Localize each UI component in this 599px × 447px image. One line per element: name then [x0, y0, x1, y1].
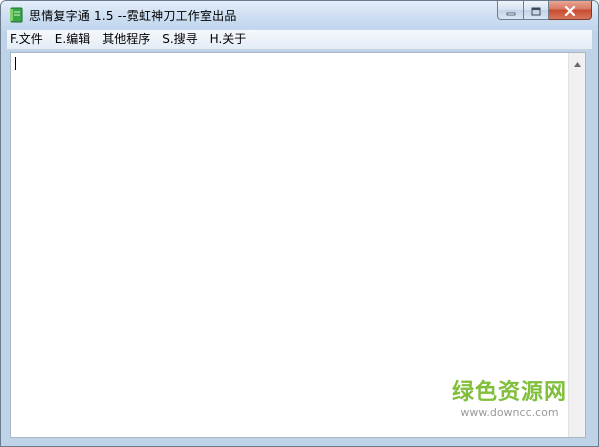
menu-other-programs[interactable]: 其他程序	[96, 30, 156, 49]
menu-file[interactable]: F.文件	[7, 30, 49, 49]
minimize-button[interactable]	[497, 1, 523, 20]
notebook-app-icon[interactable]	[9, 7, 23, 23]
text-caret	[15, 57, 16, 70]
close-button[interactable]	[549, 1, 592, 20]
watermark: 绿色资源网 www.downcc.com	[452, 380, 567, 419]
maximize-icon	[531, 1, 541, 20]
menu-bar: F.文件 E.编辑 其他程序 S.搜寻 H.关于	[7, 30, 592, 50]
scroll-up-button[interactable]	[569, 53, 585, 70]
watermark-url: www.downcc.com	[460, 406, 559, 419]
window-title: 思情复字通 1.5 --霓虹神刀工作室出品	[29, 9, 237, 23]
caption-buttons	[497, 1, 592, 21]
text-editor[interactable]: 绿色资源网 www.downcc.com	[10, 52, 586, 438]
minimize-icon	[506, 1, 516, 20]
window-bottom-frame	[1, 438, 598, 446]
vertical-scrollbar[interactable]	[568, 53, 585, 437]
arrow-up-icon	[573, 52, 581, 71]
menu-about[interactable]: H.关于	[204, 30, 253, 49]
main-window: 思情复字通 1.5 --霓虹神刀工作室出品 F.文件 E.编辑 其他程序 S.搜…	[0, 0, 599, 447]
close-icon	[564, 1, 576, 20]
watermark-title: 绿色资源网	[451, 380, 567, 405]
menu-search[interactable]: S.搜寻	[156, 30, 203, 49]
maximize-button[interactable]	[523, 1, 549, 20]
menu-edit[interactable]: E.编辑	[49, 30, 96, 49]
title-bar[interactable]: 思情复字通 1.5 --霓虹神刀工作室出品	[1, 1, 598, 29]
